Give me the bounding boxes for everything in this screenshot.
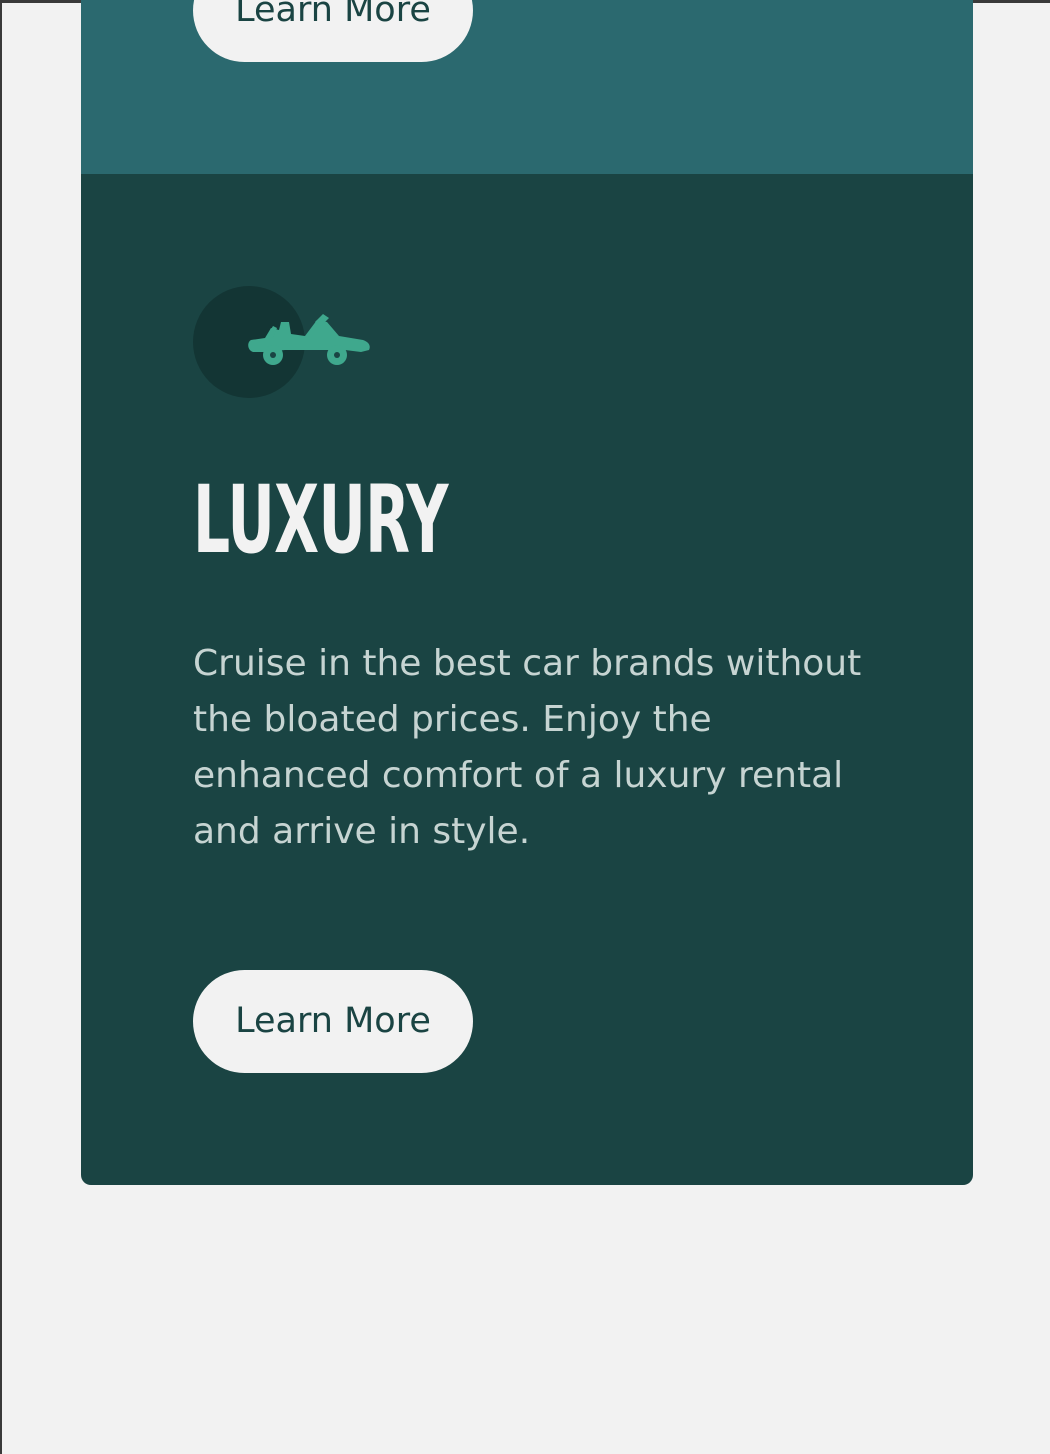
luxury-card: LUXURY Cruise in the best car brands wit… [81,174,973,1185]
convertible-car-icon [248,314,370,365]
window-left-border [0,0,2,1454]
car-category-cards: Learn More LUXURY Cruise in the best car… [81,0,973,1185]
suv-learn-more-button[interactable]: Learn More [193,0,473,62]
luxury-title: LUXURY [193,466,448,575]
luxury-icon-group [193,286,393,398]
suv-card: Learn More [81,0,973,174]
luxury-learn-more-button[interactable]: Learn More [193,970,473,1073]
luxury-description: Cruise in the best car brands without th… [193,643,862,852]
